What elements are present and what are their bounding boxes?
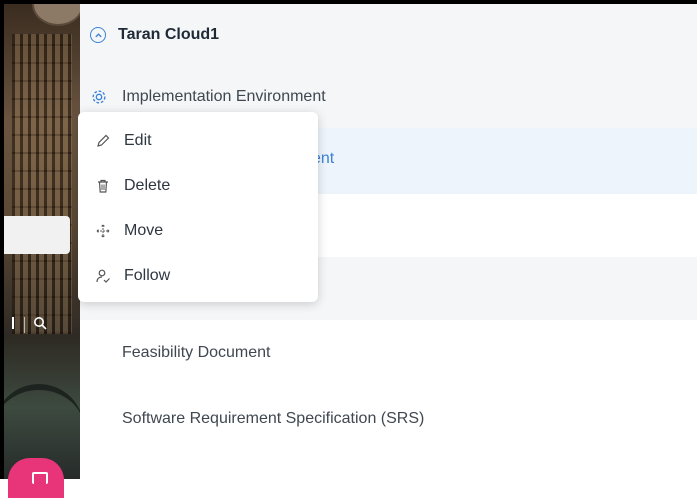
- list-item-label: Software Requirement Specification (SRS): [122, 409, 425, 427]
- context-menu: Edit Delete Move Follow: [78, 112, 318, 302]
- list-item-label: Feasibility Document: [122, 343, 271, 361]
- floating-action-button[interactable]: [8, 458, 64, 498]
- list-item[interactable]: Feasibility Document: [80, 320, 697, 386]
- clock-face-decoration: [32, 4, 80, 26]
- tower-decoration: [12, 34, 72, 334]
- group-header[interactable]: Taran Cloud1: [80, 4, 697, 67]
- trash-icon: [94, 177, 112, 195]
- list-item-label: Implementation Environment: [122, 88, 326, 105]
- toolbar-divider: [24, 316, 25, 333]
- screenshot-frame: Taran Cloud1 Implementation Environment …: [0, 0, 697, 498]
- follow-user-icon: [94, 267, 112, 285]
- list-item[interactable]: Software Requirement Specification (SRS): [80, 385, 697, 453]
- list-item[interactable]: [80, 452, 697, 479]
- bridge-arch-decoration: [4, 384, 80, 460]
- menu-item-label: Edit: [124, 131, 152, 149]
- pencil-icon: [94, 132, 112, 150]
- move-arrows-icon: [94, 222, 112, 240]
- menu-item-follow[interactable]: Follow: [78, 253, 318, 298]
- menu-item-delete[interactable]: Delete: [78, 163, 318, 208]
- menu-item-label: Follow: [124, 266, 171, 284]
- background-search-box[interactable]: [4, 216, 70, 254]
- menu-item-move[interactable]: Move: [78, 208, 318, 253]
- background-toolbar: [10, 316, 47, 333]
- search-icon[interactable]: [33, 316, 47, 333]
- chevron-up-circle-icon[interactable]: [90, 27, 106, 43]
- menu-item-label: Delete: [124, 176, 171, 194]
- fab-icon: [32, 472, 48, 484]
- group-title: Taran Cloud1: [118, 26, 220, 43]
- menu-item-label: Move: [124, 221, 164, 239]
- gear-icon: [90, 88, 108, 106]
- menu-item-edit[interactable]: Edit: [78, 118, 318, 163]
- menu-lines-icon[interactable]: [10, 316, 16, 333]
